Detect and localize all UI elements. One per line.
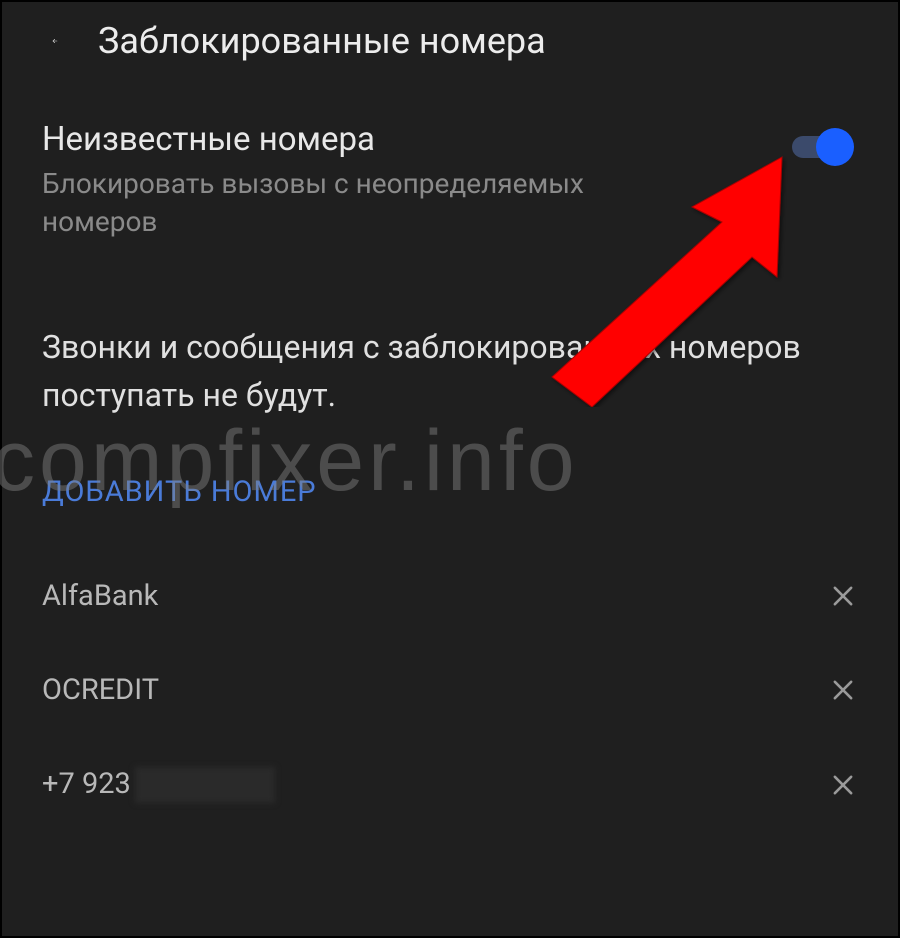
close-icon xyxy=(829,676,857,704)
header: Заблокированные номера xyxy=(2,2,898,86)
blocked-list: AlfaBank OCREDIT +7 923 xyxy=(2,549,898,833)
remove-button[interactable] xyxy=(828,770,858,800)
blocked-name: AlfaBank xyxy=(42,579,158,613)
page-title: Заблокированные номера xyxy=(98,20,546,62)
blocked-item[interactable]: OCREDIT xyxy=(42,643,858,737)
back-button[interactable] xyxy=(22,23,58,59)
blocked-item[interactable]: AlfaBank xyxy=(42,549,858,643)
close-icon xyxy=(829,582,857,610)
blocked-item[interactable]: +7 923 xyxy=(42,737,858,833)
unknown-numbers-setting[interactable]: Неизвестные номера Блокировать вызовы с … xyxy=(2,86,898,271)
setting-text-block: Неизвестные номера Блокировать вызовы с … xyxy=(42,120,792,241)
add-number-button[interactable]: ДОБАВИТЬ НОМЕР xyxy=(2,453,898,549)
unknown-numbers-toggle[interactable] xyxy=(792,136,848,158)
setting-subtitle: Блокировать вызовы с неопределяемых номе… xyxy=(42,165,672,241)
remove-button[interactable] xyxy=(828,675,858,705)
info-text: Звонки и сообщения с заблокированных ном… xyxy=(2,271,898,453)
close-icon xyxy=(829,771,857,799)
blocked-name: OCREDIT xyxy=(42,673,159,707)
setting-title: Неизвестные номера xyxy=(42,120,672,159)
toggle-thumb xyxy=(816,128,854,166)
remove-button[interactable] xyxy=(828,581,858,611)
arrow-left-icon xyxy=(52,24,58,58)
redacted-number xyxy=(135,767,275,803)
blocked-name: +7 923 xyxy=(42,767,275,803)
